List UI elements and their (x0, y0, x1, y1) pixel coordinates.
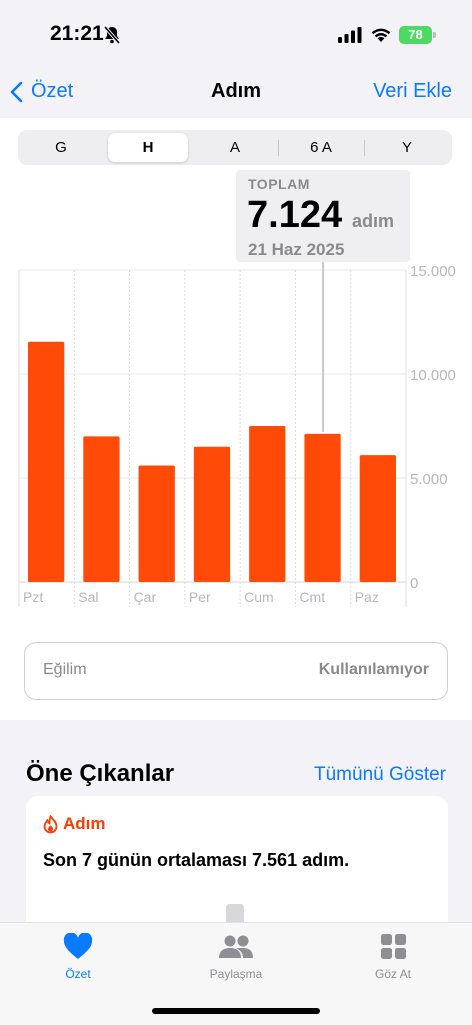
x-tick-label: Per (189, 589, 211, 605)
selection-tooltip: TOPLAM 7.124 adım 21 Haz 2025 (236, 170, 410, 262)
card-header: Adım (43, 814, 106, 834)
x-tick-label: Cmt (299, 589, 325, 605)
grid-icon (380, 934, 406, 959)
x-tick-label: Çar (134, 589, 157, 605)
bar-cum (249, 426, 286, 582)
bar-cmt (304, 433, 341, 582)
trend-label: Eğilim (43, 661, 87, 678)
tab-summary-label: Özet (65, 967, 91, 981)
chevron-left-icon (10, 81, 23, 102)
bell-off-icon (103, 25, 121, 45)
bar-paz (359, 455, 396, 582)
y-tick-label: 5.000 (410, 471, 448, 488)
x-tick-label: Sal (78, 589, 98, 605)
y-tick-label: 10.000 (410, 367, 456, 384)
status-time: 21:21 (50, 22, 104, 45)
tooltip-label: TOPLAM (248, 176, 310, 192)
flame-icon (43, 814, 58, 833)
back-button[interactable]: Özet (10, 80, 73, 103)
x-tick-label: Cum (244, 589, 274, 605)
tab-summary[interactable]: Özet (28, 932, 128, 981)
y-tick-label: 15.000 (410, 263, 456, 280)
tooltip-date: 21 Haz 2025 (248, 240, 345, 259)
bar-çar (138, 465, 175, 582)
tab-sharing-label: Paylaşma (209, 967, 263, 981)
navigation-bar: Özet Adım Veri Ekle (0, 70, 472, 118)
people-icon (219, 935, 253, 958)
battery-tip (433, 32, 436, 38)
bar-sal (83, 436, 120, 582)
add-data-button[interactable]: Veri Ekle (373, 80, 452, 103)
back-label: Özet (31, 80, 74, 102)
heart-icon (63, 932, 93, 959)
y-tick-label: 0 (410, 575, 418, 592)
show-all-link[interactable]: Tümünü Göster (314, 764, 446, 786)
x-tick-label: Paz (355, 589, 379, 605)
tooltip-unit: adım (352, 211, 395, 231)
trend-row[interactable]: Eğilim Kullanılamıyor (24, 642, 448, 700)
trend-value: Kullanılamıyor (318, 661, 429, 678)
x-tick-label: Pzt (23, 589, 43, 605)
card-summary: Son 7 günün ortalaması 7.561 adım. (43, 850, 350, 870)
wifi-icon (371, 28, 391, 42)
bar-per (193, 446, 231, 582)
bar-pzt (28, 341, 65, 582)
battery-level: 78 (399, 26, 432, 44)
tooltip-value: 7.124 (247, 194, 343, 236)
main-content: G H A 6 A Y 15.000 10.000 5.000 0 Pzt Sal Çar P… (0, 118, 472, 720)
card-title: Adım (63, 814, 106, 833)
status-bar: 21:21 78 (0, 0, 472, 70)
highlights-title: Öne Çıkanlar (26, 760, 175, 787)
tab-sharing[interactable]: Paylaşma (186, 933, 286, 981)
tab-browse[interactable]: Göz At (343, 933, 443, 981)
tab-browse-label: Göz At (374, 967, 412, 981)
home-indicator (152, 1008, 320, 1014)
signal-icon (338, 27, 362, 43)
